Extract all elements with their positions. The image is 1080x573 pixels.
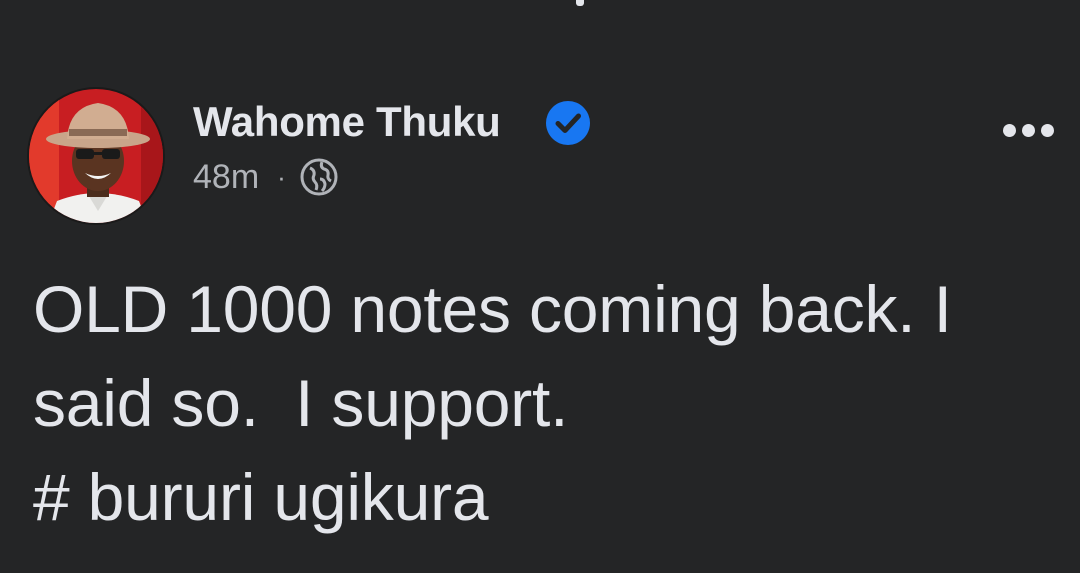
- post-text-line: OLD 1000 notes coming back. I: [33, 272, 952, 346]
- verified-badge-icon: [546, 101, 590, 145]
- post-meta: 48m ·: [193, 156, 338, 198]
- post-text-line: # bururi ugikura: [33, 460, 489, 534]
- more-dot: [1002, 123, 1016, 137]
- facebook-post: Wahome Thuku 48m · OLD 1000 notes coming…: [0, 0, 1080, 573]
- more-dot: [1021, 123, 1035, 137]
- post-body-text: OLD 1000 notes coming back. I said so. I…: [33, 262, 1053, 544]
- author-avatar[interactable]: [27, 87, 165, 225]
- globe-icon: [300, 158, 338, 196]
- more-dot: [1040, 123, 1054, 137]
- author-name[interactable]: Wahome Thuku: [193, 98, 501, 146]
- more-options-button[interactable]: [998, 112, 1058, 148]
- post-timestamp[interactable]: 48m: [193, 158, 259, 197]
- meta-separator: ·: [277, 162, 286, 192]
- post-text-line: said so. I support.: [33, 366, 569, 440]
- avatar-photo-icon: [29, 89, 163, 223]
